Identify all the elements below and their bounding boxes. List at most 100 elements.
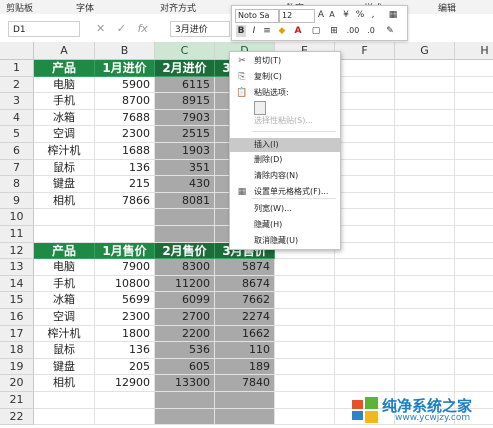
cell[interactable] <box>335 358 395 376</box>
value-cell[interactable]: 110 <box>215 342 275 359</box>
column-header-c[interactable]: C <box>155 42 215 60</box>
product-cell[interactable]: 手机 <box>34 93 95 110</box>
cell[interactable] <box>335 192 395 210</box>
cancel-icon[interactable]: ✕ <box>96 22 105 35</box>
cell[interactable] <box>395 76 455 94</box>
cell[interactable] <box>335 176 395 193</box>
cell[interactable] <box>335 126 395 143</box>
cell[interactable] <box>455 60 493 77</box>
product-cell[interactable]: 键盘 <box>34 176 95 193</box>
value-cell[interactable]: 8915 <box>155 93 215 110</box>
column-header-f[interactable]: F <box>335 42 395 60</box>
value-cell[interactable]: 6115 <box>155 76 215 94</box>
cell[interactable] <box>455 160 493 177</box>
ribbon-group-alignment[interactable]: 对齐方式 <box>160 1 196 14</box>
cell[interactable] <box>395 375 455 392</box>
merge-icon[interactable]: ⊞ <box>328 25 340 37</box>
table-header-cell[interactable]: 1月进价 <box>95 60 155 77</box>
cell[interactable] <box>455 93 493 110</box>
fill-color-icon[interactable]: ◆ <box>276 25 288 37</box>
table-header-cell[interactable]: 产品 <box>34 60 95 77</box>
align-center-icon[interactable]: ≡ <box>262 25 272 37</box>
value-cell[interactable]: 12900 <box>95 375 155 392</box>
row-header-16[interactable]: 16 <box>0 309 34 326</box>
cell[interactable] <box>155 209 215 226</box>
value-cell[interactable]: 2200 <box>155 325 215 343</box>
cell[interactable] <box>335 93 395 110</box>
cell[interactable] <box>455 193 493 210</box>
row-header-19[interactable]: 19 <box>0 358 34 376</box>
cell[interactable] <box>395 143 455 160</box>
product-cell[interactable]: 电脑 <box>34 259 95 276</box>
cell[interactable] <box>95 226 155 243</box>
row-header-9[interactable]: 9 <box>0 192 34 210</box>
borders-icon[interactable]: ▢ <box>310 25 322 37</box>
value-cell[interactable]: 605 <box>155 358 215 376</box>
value-cell[interactable]: 1662 <box>215 325 275 343</box>
product-cell[interactable]: 榨汁机 <box>34 325 95 343</box>
value-cell[interactable]: 7903 <box>155 109 215 127</box>
row-header-14[interactable]: 14 <box>0 275 34 293</box>
cell[interactable] <box>275 325 335 343</box>
row-header-2[interactable]: 2 <box>0 76 34 94</box>
italic-button[interactable]: I <box>249 25 259 37</box>
value-cell[interactable]: 1903 <box>155 143 215 160</box>
cell[interactable] <box>395 358 455 376</box>
context-menu-item[interactable]: 📋 粘贴选项: <box>230 86 340 100</box>
value-cell[interactable]: 7688 <box>95 109 155 127</box>
product-cell[interactable]: 手机 <box>34 275 95 293</box>
context-menu-item[interactable]: 隐藏(H) <box>230 218 340 232</box>
cell[interactable] <box>335 60 395 77</box>
table-header-cell[interactable]: 2月售价 <box>155 242 215 260</box>
font-name-box[interactable]: Noto Sa <box>235 9 279 23</box>
table-header-cell[interactable]: 产品 <box>34 242 95 260</box>
cell[interactable] <box>455 276 493 293</box>
product-cell[interactable]: 榨汁机 <box>34 143 95 160</box>
row-header-11[interactable]: 11 <box>0 226 34 243</box>
column-header-g[interactable]: G <box>395 42 455 60</box>
cell[interactable] <box>455 259 493 276</box>
product-cell[interactable]: 键盘 <box>34 358 95 376</box>
column-header-b[interactable]: B <box>95 42 155 60</box>
context-menu-item[interactable]: 删除(D) <box>230 153 340 167</box>
value-cell[interactable]: 2300 <box>95 309 155 326</box>
cell[interactable] <box>395 325 455 343</box>
row-header-7[interactable]: 7 <box>0 159 34 177</box>
row-header-10[interactable]: 10 <box>0 209 34 226</box>
cell[interactable] <box>395 275 455 293</box>
cell[interactable] <box>275 259 335 276</box>
row-header-17[interactable]: 17 <box>0 325 34 343</box>
cell[interactable] <box>455 143 493 160</box>
cell[interactable] <box>275 408 335 426</box>
cell[interactable] <box>275 309 335 326</box>
cell[interactable] <box>95 408 155 426</box>
column-header-a[interactable]: A <box>34 42 95 60</box>
value-cell[interactable]: 6099 <box>155 292 215 309</box>
cell[interactable] <box>275 392 335 409</box>
product-cell[interactable]: 冰箱 <box>34 292 95 309</box>
cell[interactable] <box>335 292 395 309</box>
cell[interactable] <box>335 76 395 94</box>
context-menu-item[interactable]: ▦ 设置单元格格式(F)... <box>230 185 340 199</box>
currency-icon[interactable]: ¥ <box>340 9 352 21</box>
cell[interactable] <box>275 292 335 309</box>
cell[interactable] <box>275 342 335 359</box>
increase-decimal-icon[interactable]: .00 <box>346 25 360 37</box>
value-cell[interactable]: 215 <box>95 176 155 193</box>
cell[interactable] <box>335 259 395 276</box>
ribbon-group-editing[interactable]: 编辑 <box>438 1 456 14</box>
cell[interactable] <box>335 375 395 392</box>
cell[interactable] <box>335 309 395 326</box>
cell[interactable] <box>335 242 395 260</box>
product-cell[interactable]: 空调 <box>34 309 95 326</box>
cell[interactable] <box>395 176 455 193</box>
cell[interactable] <box>155 226 215 243</box>
cell[interactable] <box>335 325 395 343</box>
paste-option-icon[interactable] <box>254 101 266 115</box>
ribbon-group-font[interactable]: 字体 <box>76 1 94 14</box>
context-menu-item[interactable]: 取消隐藏(U) <box>230 234 340 248</box>
row-header-22[interactable]: 22 <box>0 408 34 426</box>
cell[interactable] <box>335 275 395 293</box>
cell[interactable] <box>455 209 493 226</box>
product-cell[interactable]: 鼠标 <box>34 342 95 359</box>
